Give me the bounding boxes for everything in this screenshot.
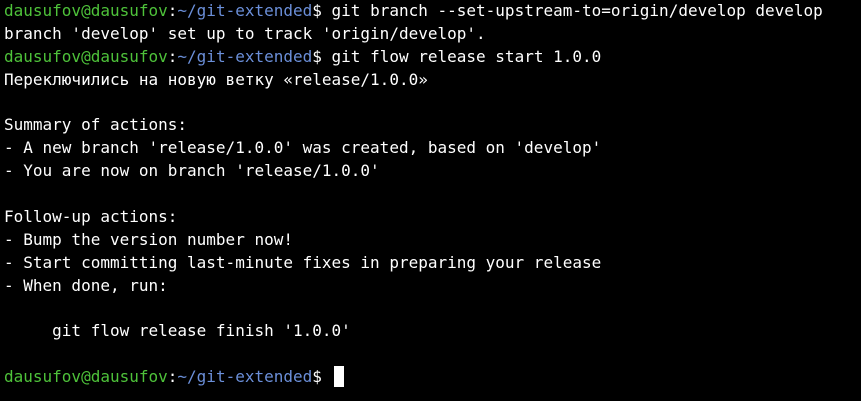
terminal-line-prompt-1: dausufov@dausufov:~/git-extended$ git br… <box>0 0 861 23</box>
terminal-output-line: branch 'develop' set up to track 'origin… <box>4 23 486 43</box>
prompt-symbol: $ <box>312 46 322 66</box>
terminal-output-line: - You are now on branch 'release/1.0.0' <box>4 161 380 181</box>
command-text: git flow release start 1.0.0 <box>321 46 602 66</box>
terminal-output-line: git flow release finish '1.0.0' <box>4 321 351 341</box>
terminal-output-line: - Start committing last-minute fixes in … <box>4 252 602 272</box>
command-input[interactable] <box>322 367 332 386</box>
terminal-output-line: Summary of actions: <box>4 115 188 135</box>
prompt-user-host: dausufov@dausufov <box>4 367 168 387</box>
terminal-output-line: Follow-up actions: <box>4 207 178 227</box>
prompt-user-host: dausufov@dausufov <box>4 1 168 20</box>
prompt-user-host: dausufov@dausufov <box>4 46 168 66</box>
terminal-output-line: - When done, run: <box>4 275 168 295</box>
terminal-line-prompt-2: dausufov@dausufov:~/git-extended$ git fl… <box>0 46 861 69</box>
prompt-separator: : <box>167 367 178 387</box>
prompt-path: ~/git-extended <box>177 1 313 20</box>
terminal-output-line: - Bump the version number now! <box>4 229 293 249</box>
prompt-separator: : <box>167 46 178 66</box>
terminal-window[interactable]: dausufov@dausufov:~/git-extended$ git br… <box>0 0 861 401</box>
prompt-symbol: $ <box>312 1 322 20</box>
prompt-separator: : <box>167 1 178 20</box>
terminal-line-prompt-current[interactable]: dausufov@dausufov:~/git-extended$ <box>0 366 861 389</box>
terminal-output-line: Переключились на новую ветку «release/1.… <box>4 69 428 89</box>
text-cursor <box>333 366 344 388</box>
terminal-output-line: - A new branch 'release/1.0.0' was creat… <box>4 138 602 158</box>
prompt-path: ~/git-extended <box>177 367 313 387</box>
prompt-symbol: $ <box>312 367 322 387</box>
prompt-path: ~/git-extended <box>177 46 313 66</box>
command-text: git branch --set-upstream-to=origin/deve… <box>321 1 823 20</box>
